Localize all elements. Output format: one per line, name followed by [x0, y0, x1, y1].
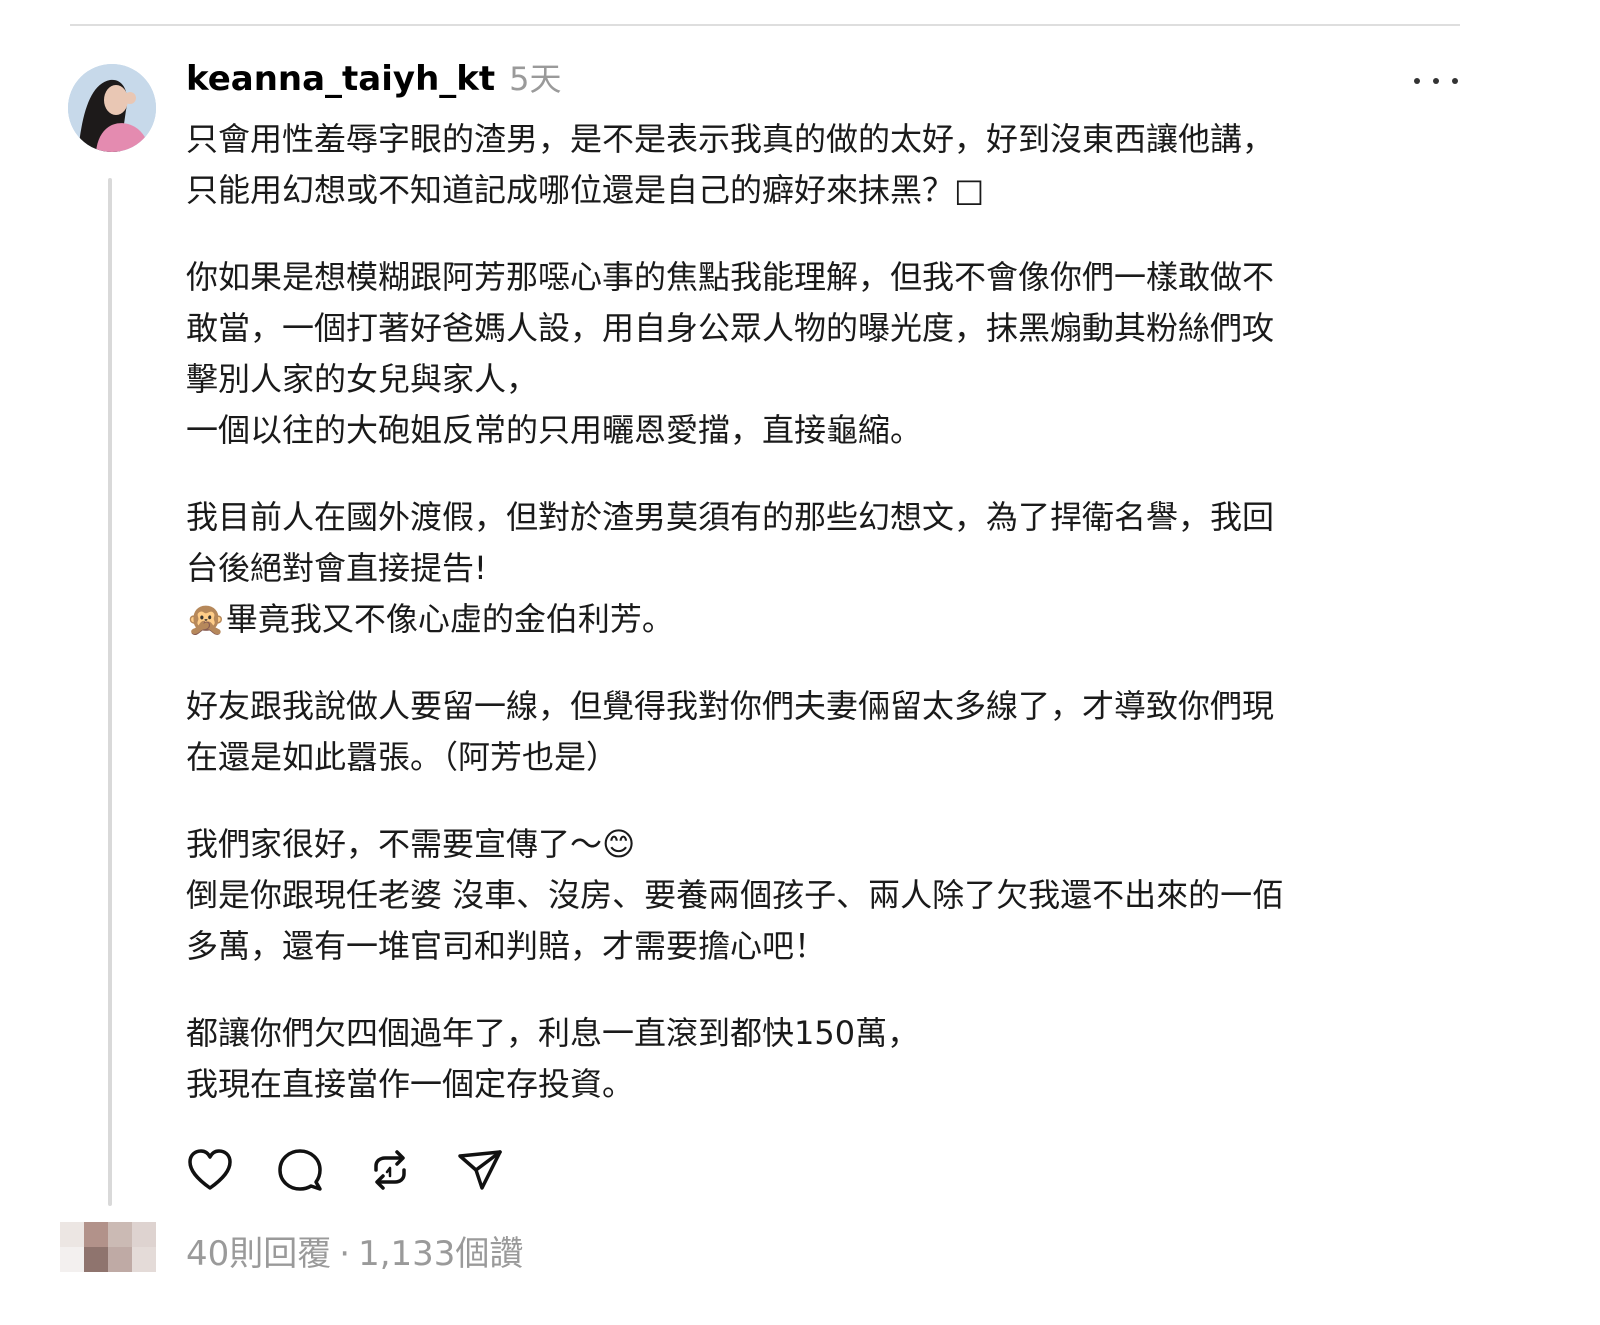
username[interactable]: keanna_taiyh_kt: [186, 59, 495, 99]
replies-count[interactable]: 40則回覆: [186, 1226, 331, 1275]
post-paragraph: 好友跟我說做人要留一線，但覺得我對你們夫妻倆留太多線了，才導致你們現 在還是如此…: [186, 687, 1275, 776]
replier-avatars-blurred: [60, 1222, 156, 1272]
post-paragraph: 我們家很好，不需要宣傳了～😊 倒是你跟現任老婆 沒車、沒房、要養兩個孩子、兩人除…: [186, 825, 1285, 965]
avatar[interactable]: [68, 64, 156, 152]
post-header: keanna_taiyh_kt 5天: [186, 54, 562, 104]
dot: [1414, 78, 1420, 84]
share-button[interactable]: [456, 1146, 504, 1194]
avatar-image: [68, 64, 156, 152]
repost-icon: [374, 1150, 406, 1190]
post-body: 只會用性羞辱字眼的渣男，是不是表示我真的做的太好，好到沒東西讓他講， 只能用幻想…: [186, 114, 1456, 1146]
dot: [1433, 78, 1439, 84]
send-icon: [458, 1150, 502, 1190]
post-paragraph: 我目前人在國外渡假，但對於渣男莫須有的那些幻想文，為了捍衛名譽，我回 台後絕對會…: [186, 498, 1275, 638]
reply-button[interactable]: [276, 1146, 324, 1194]
post-paragraph: 只會用性羞辱字眼的渣男，是不是表示我真的做的太好，好到沒東西讓他講， 只能用幻想…: [186, 120, 1275, 209]
stats-separator: ·: [339, 1234, 351, 1274]
post-time: 5天: [509, 60, 562, 98]
top-divider: [70, 24, 1460, 26]
heart-icon: [188, 1149, 232, 1190]
comment-icon: [278, 1149, 322, 1191]
post-paragraph: 都讓你們欠四個過年了，利息一直滾到都快150萬， 我現在直接當作一個定存投資。: [186, 1014, 920, 1103]
post-paragraph: 你如果是想模糊跟阿芳那噁心事的焦點我能理解，但我不會像你們一樣敢做不 敢當，一個…: [186, 258, 1275, 449]
action-bar: [186, 1146, 504, 1194]
like-button[interactable]: [186, 1146, 234, 1194]
likes-count[interactable]: 1,133個讚: [358, 1226, 523, 1275]
more-options-icon[interactable]: [1414, 66, 1458, 96]
dot: [1452, 78, 1458, 84]
post-stats: 40則回覆 · 1,133個讚: [186, 1226, 523, 1275]
thread-line: [108, 178, 112, 1206]
repost-button[interactable]: [366, 1146, 414, 1194]
